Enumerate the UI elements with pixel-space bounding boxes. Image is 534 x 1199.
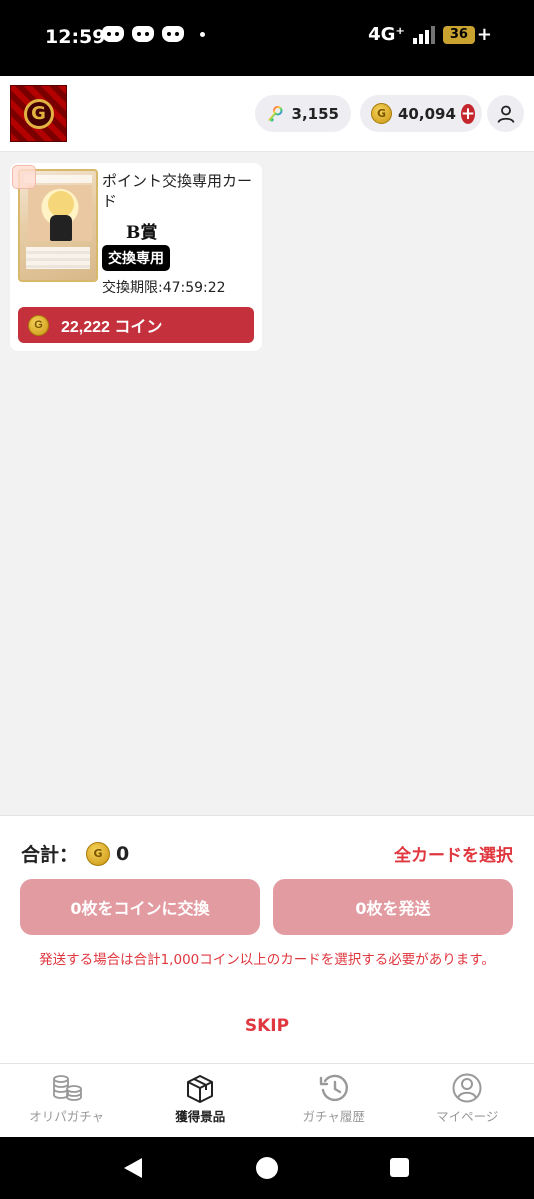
shipping-notice: 発送する場合は合計1,000コイン以上のカードを選択する必要があります。 [39, 952, 495, 968]
bottom-tab-bar: オリパガチャ 獲得景品 ガチャ履歴 マイページ [0, 1063, 534, 1137]
logo-emblem-icon: G [23, 98, 54, 129]
status-bar: 12:59 4G⁺ 36 + [0, 0, 534, 76]
coin-icon: G [28, 314, 49, 336]
history-icon [319, 1074, 348, 1102]
discord-icon [102, 26, 124, 42]
charging-indicator: + [476, 24, 492, 45]
exchange-only-badge: 交換専用 [102, 245, 170, 271]
battery-icon: 36 [442, 25, 475, 44]
select-all-button[interactable]: 全カードを選択 [394, 841, 513, 866]
back-icon[interactable] [124, 1158, 142, 1178]
box-icon [187, 1075, 214, 1103]
home-icon[interactable] [256, 1157, 278, 1179]
exchange-to-coins-button[interactable]: 0枚をコインに交換 [20, 879, 260, 935]
user-icon [497, 105, 514, 123]
system-nav-bar [0, 1137, 534, 1199]
tab-label: オリパガチャ [29, 1109, 105, 1124]
account-button[interactable] [487, 95, 524, 132]
card-select-checkbox[interactable] [12, 165, 36, 189]
notification-icons [102, 26, 205, 42]
coin-balance-pill[interactable]: G 40,094 + [360, 95, 482, 132]
key-balance-pill[interactable]: 3,155 [255, 95, 351, 132]
coin-balance: 40,094 [398, 104, 456, 123]
tab-oripa-gacha[interactable]: オリパガチャ [0, 1064, 134, 1137]
tab-prizes[interactable]: 獲得景品 [134, 1064, 268, 1137]
coin-icon: G [371, 103, 392, 124]
ship-button[interactable]: 0枚を発送 [273, 879, 513, 935]
skip-button[interactable]: SKIP [0, 1016, 534, 1036]
discord-icon [132, 26, 154, 42]
total-label: 合計： [21, 844, 79, 866]
exchange-deadline: 交換期限:47:59:22 [102, 280, 226, 296]
rainbow-key-icon [268, 105, 283, 122]
tab-label: 獲得景品 [175, 1109, 226, 1124]
add-coins-button[interactable]: + [460, 103, 476, 124]
tab-my-page[interactable]: マイページ [401, 1064, 534, 1137]
more-notifications-dot-icon [200, 31, 205, 37]
exchange-coins-label: 22,222 コイン [61, 319, 163, 336]
tab-label: ガチャ履歴 [302, 1109, 365, 1124]
system-indicators: 4G⁺ 36 + [368, 24, 492, 45]
tab-gacha-history[interactable]: ガチャ履歴 [267, 1064, 401, 1137]
recent-apps-icon[interactable] [390, 1158, 409, 1177]
battery-level: 36 [449, 27, 468, 42]
card-grade: B賞 [126, 223, 158, 243]
selection-panel: 合計： G 0 全カードを選択 0枚をコインに交換 0枚を発送 発送する場合は合… [0, 815, 534, 1063]
discord-icon [162, 26, 184, 42]
card-title: ポイント交換専用カード [102, 172, 253, 210]
user-circle-icon [452, 1073, 482, 1103]
app-header: G 3,155 G 40,094 + [0, 76, 534, 152]
key-balance: 3,155 [291, 104, 339, 123]
coins-stack-icon [52, 1075, 82, 1101]
prize-card[interactable]: ポイント交換専用カード B賞 交換専用 交換期限:47:59:22 G 22,2… [10, 163, 262, 351]
status-time: 12:59 [45, 26, 106, 48]
total-summary: 合計： G 0 [21, 840, 129, 867]
network-type: 4G⁺ [368, 24, 405, 45]
tab-label: マイページ [436, 1109, 499, 1124]
signal-icon [412, 25, 435, 44]
exchange-coins-button[interactable]: G 22,222 コイン [18, 307, 254, 343]
coin-icon: G [86, 841, 111, 866]
total-value: 0 [116, 842, 130, 865]
app-logo[interactable]: G [10, 85, 67, 142]
